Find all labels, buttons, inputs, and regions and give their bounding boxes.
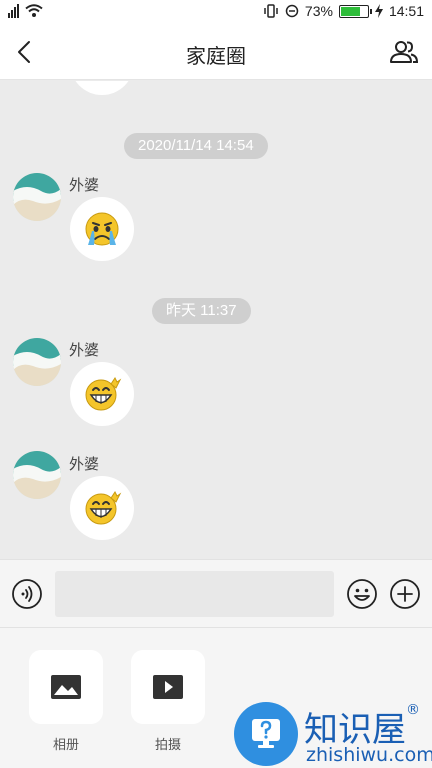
sticker-message[interactable] — [70, 476, 134, 540]
avatar[interactable] — [13, 451, 61, 499]
more-options-icon[interactable] — [389, 578, 421, 610]
watermark-logo — [234, 702, 298, 766]
battery-icon — [338, 4, 372, 18]
crying-emoji-icon — [85, 212, 119, 246]
wifi-icon — [25, 4, 43, 17]
sender-name: 外婆 — [69, 177, 100, 194]
sticker-message[interactable] — [70, 197, 134, 261]
capture-label: 拍摄 — [154, 737, 181, 752]
do-not-disturb-icon — [285, 4, 299, 18]
header: 家庭圈 — [0, 26, 432, 80]
album-tile[interactable] — [29, 650, 103, 724]
capture-button[interactable]: 拍摄 — [131, 650, 205, 753]
video-icon — [153, 675, 183, 699]
timestamp: 2020/11/14 14:54 — [124, 133, 268, 159]
group-members-icon[interactable] — [388, 36, 420, 68]
image-icon — [51, 675, 81, 699]
status-time: 14:51 — [388, 3, 424, 19]
watermark: 知识屋® zhishiwu.com — [234, 700, 432, 768]
input-bar — [0, 559, 432, 628]
avatar[interactable] — [13, 173, 61, 221]
cell-signal-icon — [8, 4, 19, 18]
battery-fill — [340, 6, 360, 16]
album-button[interactable]: 相册 — [29, 650, 103, 753]
previous-message-bubble[interactable] — [70, 81, 134, 95]
album-label: 相册 — [52, 737, 79, 752]
chat-area[interactable]: 2020/11/14 14:54 外婆 昨天 11:37 外婆 外婆 — [0, 81, 432, 559]
vibrate-icon — [264, 4, 278, 18]
status-bar: 73% 14:51 — [0, 0, 432, 26]
capture-tile[interactable] — [131, 650, 205, 724]
grinning-emoji-icon — [85, 377, 122, 411]
sticker-message[interactable] — [70, 362, 134, 426]
status-left — [8, 4, 43, 18]
emoji-icon[interactable] — [346, 578, 378, 610]
message-input[interactable] — [55, 571, 334, 617]
sender-name: 外婆 — [69, 342, 100, 359]
charging-icon — [374, 4, 383, 18]
status-right: 73% 14:51 — [263, 3, 424, 19]
watermark-site: zhishiwu.com — [306, 744, 432, 766]
timestamp: 昨天 11:37 — [152, 298, 251, 324]
battery-percent: 73% — [304, 3, 333, 19]
sender-name: 外婆 — [69, 456, 100, 473]
voice-input-icon[interactable] — [11, 578, 43, 610]
page-title: 家庭圈 — [186, 46, 246, 68]
grinning-emoji-icon — [85, 491, 122, 525]
monitor-question-icon — [252, 719, 280, 748]
avatar[interactable] — [13, 338, 61, 386]
